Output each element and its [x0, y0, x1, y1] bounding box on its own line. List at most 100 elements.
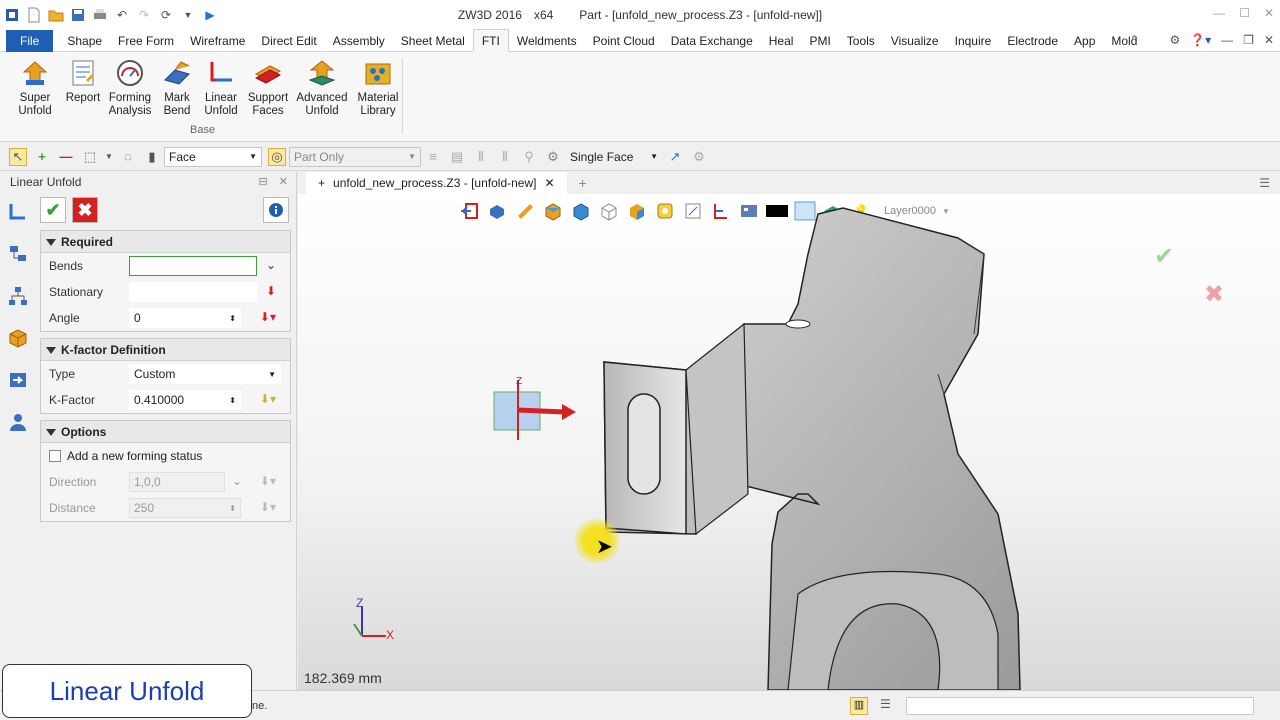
pick-mode-select[interactable]: Single Face ▼ — [565, 146, 663, 167]
lasso-select-icon[interactable]: ◌ — [119, 148, 137, 166]
support-faces-button[interactable]: Support Faces — [244, 58, 292, 118]
section-options-header[interactable]: Options — [41, 421, 290, 443]
align-icon[interactable]: ≡ — [424, 148, 442, 166]
slot-hole[interactable] — [627, 393, 661, 495]
qat-dropdown-icon[interactable]: ▼ — [180, 7, 196, 23]
open-folder-icon[interactable] — [48, 7, 64, 23]
menu-assembly[interactable]: Assembly — [325, 30, 393, 52]
menu-point-cloud[interactable]: Point Cloud — [585, 30, 663, 52]
move-triad-handle[interactable]: Z — [488, 372, 588, 452]
pick-arrow-icon[interactable]: ↗ — [666, 148, 684, 166]
refresh-icon[interactable]: ⟳ — [158, 7, 174, 23]
advanced-unfold-button[interactable]: Advanced Unfold — [292, 58, 352, 118]
status-input[interactable] — [906, 697, 1254, 715]
box-select-dropdown-icon[interactable]: ▼ — [105, 148, 113, 166]
new-tab-icon[interactable]: + — [579, 175, 587, 191]
doc-close-icon[interactable]: ✕ — [1264, 33, 1274, 47]
distribute-left-icon[interactable]: ⫴ — [472, 148, 490, 166]
spinner-icon[interactable]: ⬍ — [229, 396, 236, 405]
pin-icon[interactable]: ⚲ — [520, 148, 538, 166]
distribute-right-icon[interactable]: ⫴ — [496, 148, 514, 166]
save-icon[interactable] — [70, 7, 86, 23]
add-selection-icon[interactable]: + — [33, 148, 51, 166]
app-logo-icon[interactable] — [4, 7, 20, 23]
tab-history[interactable] — [4, 240, 32, 268]
tab-user[interactable] — [4, 408, 32, 436]
panel-close-icon[interactable]: ✕ — [279, 176, 288, 188]
accept-button[interactable]: ✔ — [40, 197, 66, 223]
close-icon[interactable]: ✕ — [1264, 6, 1274, 20]
menu-data-exchange[interactable]: Data Exchange — [663, 30, 761, 52]
section-kfactor-header[interactable]: K-factor Definition — [41, 339, 290, 361]
menu-heal[interactable]: Heal — [761, 30, 802, 52]
menu-tools[interactable]: Tools — [839, 30, 883, 52]
document-tab[interactable]: + unfold_new_process.Z3 - [unfold-new] ✕ — [306, 172, 567, 194]
tab-list-icon[interactable]: ☰ — [1259, 176, 1270, 190]
spinner-icon[interactable]: ⬍ — [229, 314, 236, 323]
menu-wireframe[interactable]: Wireframe — [182, 30, 253, 52]
angle-pick-icon[interactable]: ⬇▾ — [260, 310, 276, 324]
status-view-icon[interactable]: ▥ — [850, 697, 868, 715]
panel-dock-icon[interactable]: ⊟ — [259, 176, 268, 188]
filter-select[interactable]: Face ▼ — [164, 146, 262, 167]
pick-settings-icon[interactable]: ⚙ — [690, 148, 708, 166]
menu-visualize[interactable]: Visualize — [883, 30, 947, 52]
stack-icon[interactable]: ▤ — [448, 148, 466, 166]
print-icon[interactable] — [92, 7, 108, 23]
section-required-header[interactable]: Required — [41, 231, 290, 253]
tab-import[interactable] — [4, 366, 32, 394]
top-hole[interactable] — [785, 319, 811, 329]
tab-part[interactable] — [4, 324, 32, 352]
kfactor-pick-icon[interactable]: ⬇▾ — [260, 392, 276, 406]
bends-input[interactable] — [129, 256, 257, 276]
menu-app[interactable]: App — [1066, 30, 1103, 52]
play-icon[interactable]: ▶ — [202, 7, 218, 23]
spinner-icon[interactable]: ⬍ — [229, 504, 236, 513]
3d-viewport[interactable]: 💡 Layer0000 ▼ Z ✔ ✖ ➤ Z X 182.369 mm — [298, 194, 1280, 690]
minimize-icon[interactable]: — — [1213, 6, 1225, 20]
tab-close-icon[interactable]: ✕ — [544, 172, 554, 194]
menu-pmi[interactable]: PMI — [801, 30, 838, 52]
collapse-ribbon-icon[interactable]: ⌃ — [1129, 33, 1139, 47]
direction-expand-icon[interactable]: ⌄ — [232, 474, 242, 488]
settings-gear-icon[interactable]: ⚙ — [1169, 33, 1180, 47]
redo-icon[interactable]: ↷ — [136, 7, 152, 23]
distance-pick-icon[interactable]: ⬇▾ — [260, 500, 276, 514]
status-list-icon[interactable]: ☰ — [880, 697, 891, 711]
bends-expand-icon[interactable]: ⌄ — [266, 258, 276, 272]
scope-icon[interactable]: ◎ — [268, 147, 286, 166]
viewport-cancel-icon[interactable]: ✖ — [1204, 280, 1224, 309]
pick-mode-icon[interactable]: ⚙ — [544, 148, 562, 166]
stationary-input[interactable] — [129, 282, 257, 302]
direction-input[interactable]: 1,0,0 — [129, 472, 225, 492]
type-select[interactable]: Custom ▼ — [129, 364, 281, 384]
kfactor-input[interactable]: 0.410000 ⬍ — [129, 390, 241, 410]
menu-weldments[interactable]: Weldments — [509, 30, 585, 52]
info-button[interactable] — [263, 197, 289, 223]
filter-icon[interactable]: ▮ — [143, 148, 161, 166]
menu-sheet-metal[interactable]: Sheet Metal — [393, 30, 473, 52]
stationary-pick-icon[interactable]: ⬇ — [266, 284, 276, 298]
menu-electrode[interactable]: Electrode — [999, 30, 1066, 52]
new-file-icon[interactable] — [26, 7, 42, 23]
help-icon[interactable]: ❓▾ — [1190, 33, 1211, 47]
maximize-icon[interactable]: ☐ — [1239, 6, 1250, 20]
material-library-button[interactable]: Material Library — [352, 58, 404, 118]
linear-unfold-button[interactable]: Linear Unfold — [198, 58, 244, 118]
undo-icon[interactable]: ↶ — [114, 7, 130, 23]
super-unfold-button[interactable]: Super Unfold — [8, 58, 62, 118]
tab-command[interactable] — [4, 198, 32, 226]
doc-restore-icon[interactable]: ❐ — [1243, 33, 1254, 47]
cancel-button[interactable]: ✖ — [72, 197, 98, 223]
add-status-checkbox[interactable] — [49, 450, 61, 462]
direction-pick-icon[interactable]: ⬇▾ — [260, 474, 276, 488]
menu-fti[interactable]: FTI — [472, 29, 509, 52]
menu-file[interactable]: File — [6, 29, 54, 52]
doc-minimize-icon[interactable]: — — [1221, 33, 1233, 47]
menu-direct-edit[interactable]: Direct Edit — [253, 30, 324, 52]
menu-free-form[interactable]: Free Form — [110, 30, 182, 52]
angle-input[interactable]: 0 ⬍ — [129, 308, 241, 328]
forming-analysis-button[interactable]: Forming Analysis — [104, 58, 156, 118]
select-pointer-icon[interactable]: ↖ — [9, 147, 27, 166]
remove-selection-icon[interactable]: — — [57, 148, 75, 166]
